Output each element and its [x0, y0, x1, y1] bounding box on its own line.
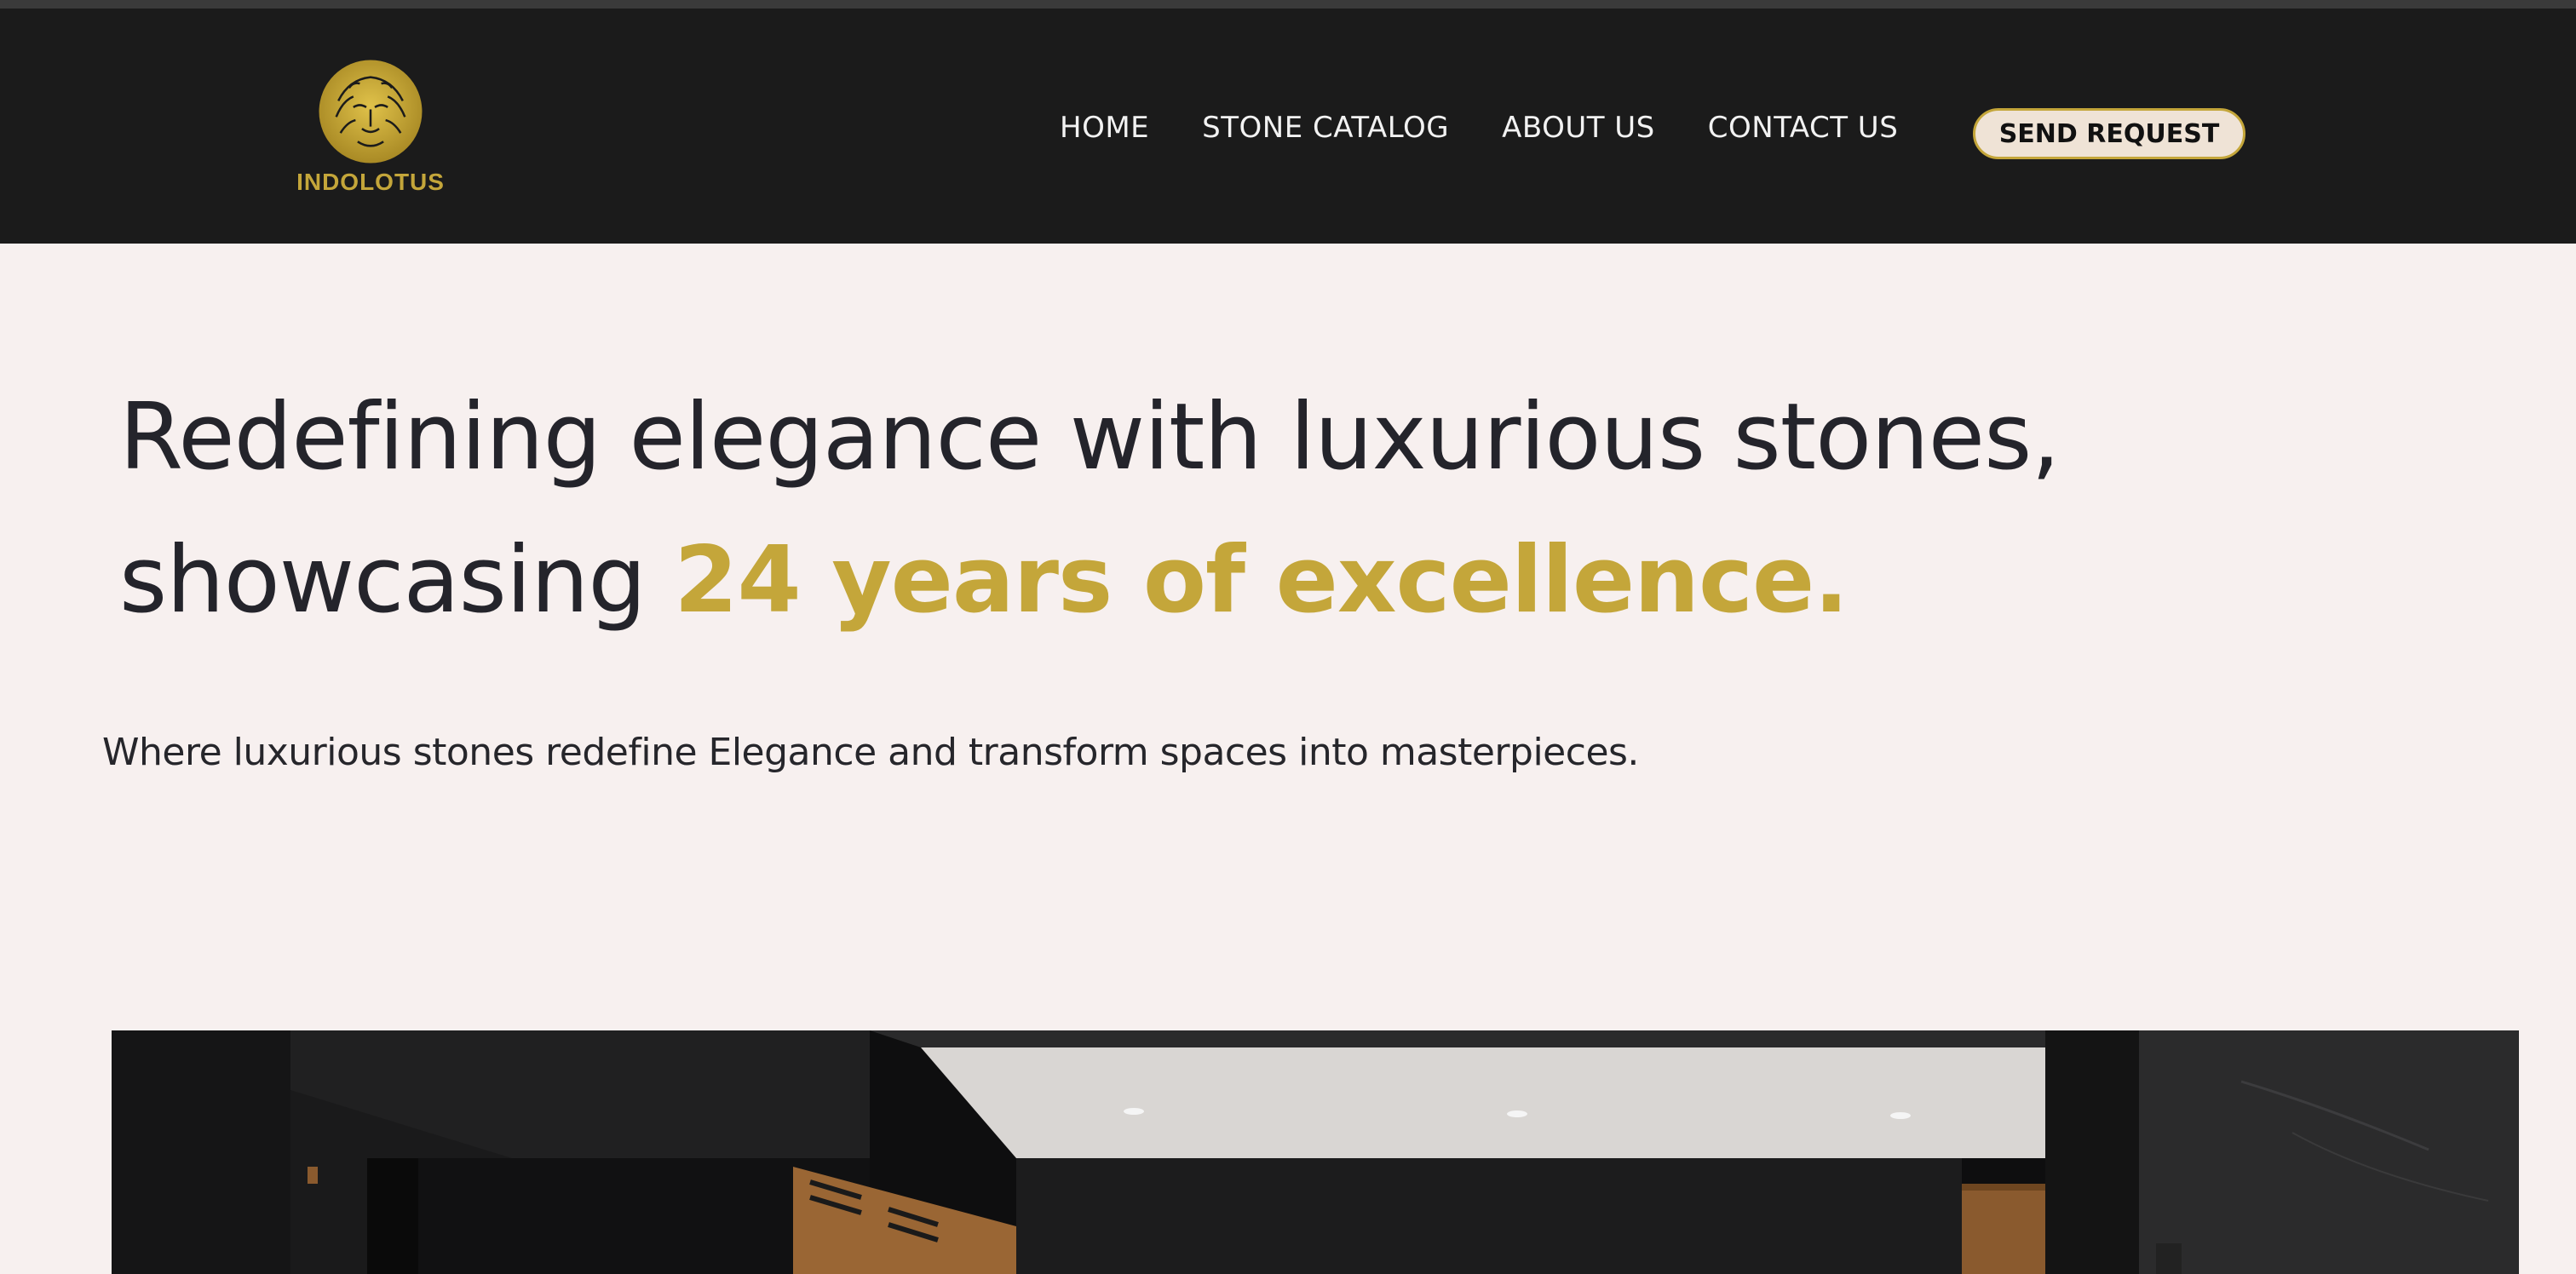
brand-name: INDOLOTUS: [296, 169, 445, 195]
nav-contact-us[interactable]: CONTACT US: [1708, 111, 1899, 145]
lion-head-icon: [319, 60, 423, 164]
hero-title: Redefining elegance with luxurious stone…: [119, 366, 2334, 652]
interior-photo: [112, 1030, 2519, 1274]
site-header: INDOLOTUS HOME STONE CATALOG ABOUT US CO…: [0, 9, 2576, 244]
browser-top-strip: [0, 0, 2576, 9]
main-nav: HOME STONE CATALOG ABOUT US CONTACT US: [1060, 111, 1951, 145]
hero-subtitle: Where luxurious stones redefine Elegance…: [102, 731, 1639, 774]
send-request-button[interactable]: SEND REQUEST: [1973, 108, 2245, 159]
nav-home[interactable]: HOME: [1060, 111, 1149, 145]
nav-stone-catalog[interactable]: STONE CATALOG: [1202, 111, 1449, 145]
hero-title-accent: 24 years of excellence.: [674, 527, 1849, 634]
hero-interior-image: [112, 1030, 2519, 1274]
hero-title-line1: Redefining elegance with luxurious stone…: [119, 384, 2061, 491]
brand-logo[interactable]: INDOLOTUS: [296, 58, 445, 203]
hero-title-line2-prefix: showcasing: [119, 527, 675, 634]
nav-about-us[interactable]: ABOUT US: [1502, 111, 1655, 145]
